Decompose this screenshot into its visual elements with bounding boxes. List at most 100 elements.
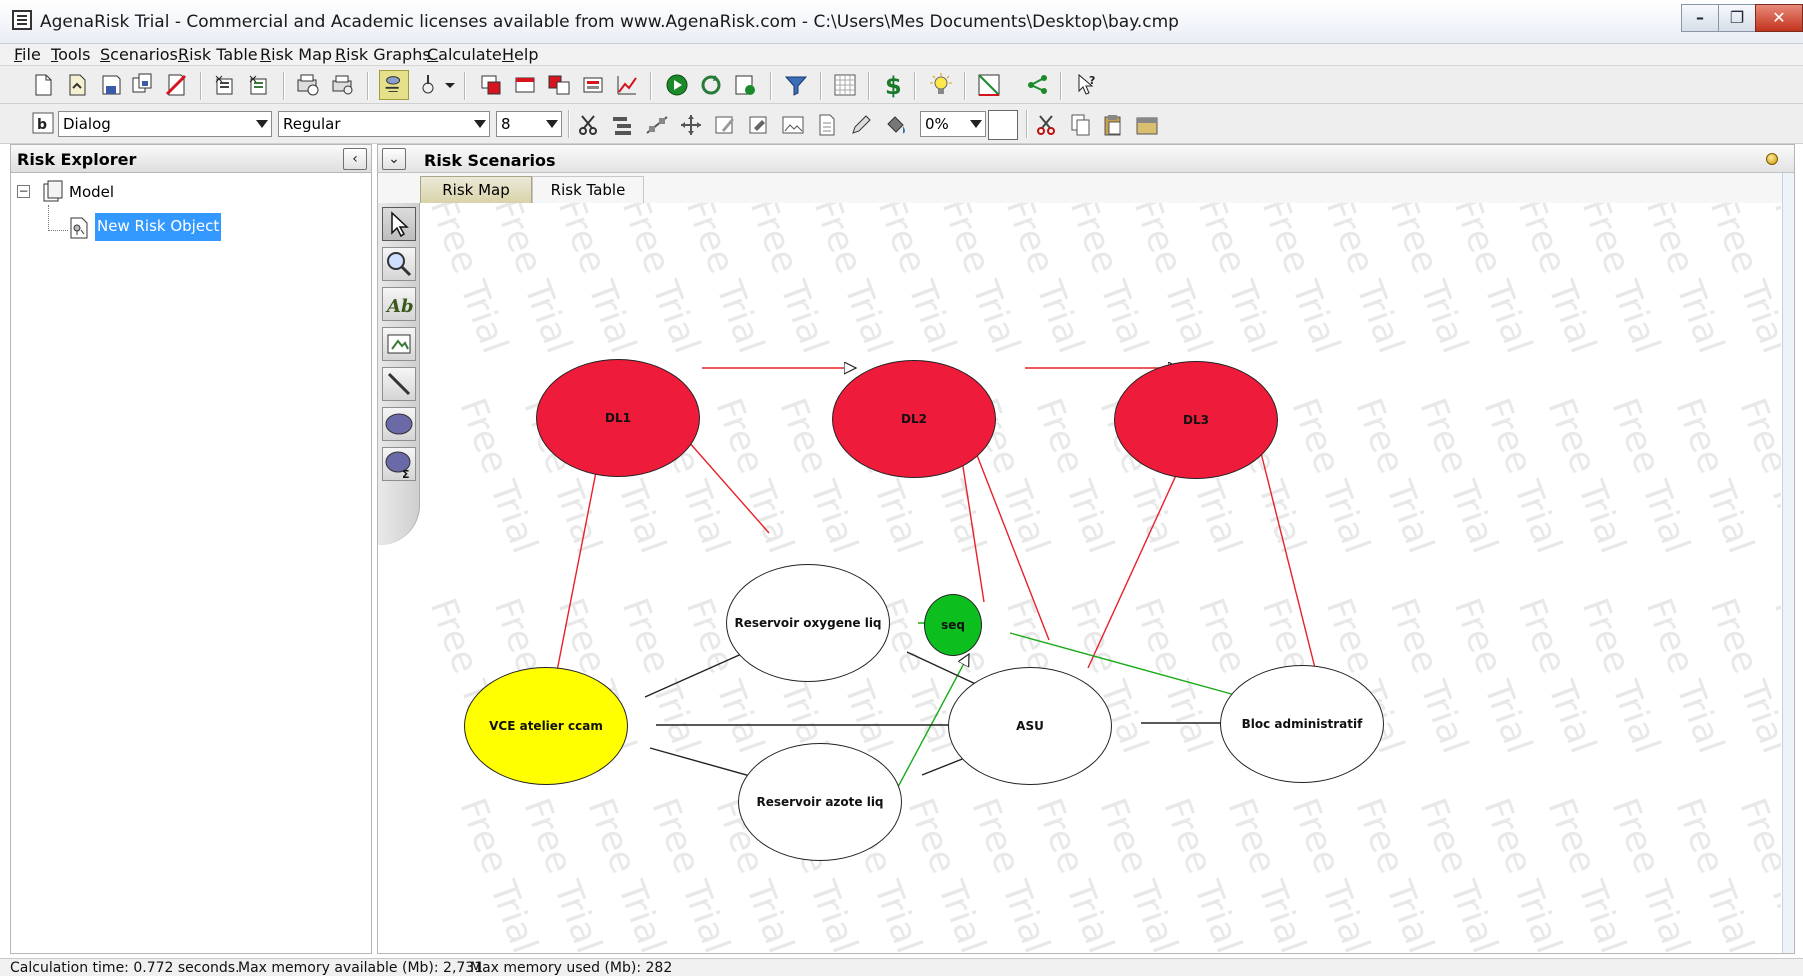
distribute-icon[interactable]	[644, 112, 670, 138]
scenario-icon[interactable]	[580, 72, 606, 98]
risk-object-icon	[70, 217, 88, 239]
chart-icon[interactable]	[614, 72, 640, 98]
refresh-icon[interactable]	[698, 72, 724, 98]
chevron-down-icon	[546, 120, 558, 128]
status-memory-used: Max memory used (Mb): 282	[470, 960, 673, 976]
color-swatch[interactable]	[988, 110, 1018, 140]
move-icon[interactable]	[678, 112, 704, 138]
filter-icon[interactable]	[783, 72, 809, 98]
print-preview-icon[interactable]	[295, 72, 321, 98]
font-style-select[interactable]: Regular	[278, 111, 490, 137]
menu-scenarios[interactable]: Scenarios	[100, 45, 178, 64]
image-icon[interactable]	[780, 112, 806, 138]
compare-icon[interactable]	[546, 72, 572, 98]
export-icon[interactable]	[246, 72, 272, 98]
delete-icon[interactable]	[163, 72, 189, 98]
node-tool-icon[interactable]	[415, 72, 441, 98]
scissors-format-icon[interactable]	[576, 112, 602, 138]
align-icon[interactable]	[610, 112, 636, 138]
node-dl3[interactable]: DL3	[1114, 361, 1278, 479]
transparency-select[interactable]: 0%	[920, 111, 986, 137]
page-icon[interactable]	[814, 112, 840, 138]
node-reservoir-oxygene[interactable]: Reservoir oxygene liq	[726, 564, 890, 682]
risk-map-canvas[interactable]: Free Trial Free Trial Free Trial Free Trial…	[420, 203, 1781, 953]
paint-bucket-icon[interactable]	[882, 112, 908, 138]
vertical-scrollbar[interactable]	[1782, 173, 1794, 953]
arc-tool-button[interactable]	[382, 367, 416, 401]
graph-view-icon[interactable]	[478, 72, 504, 98]
node-seq[interactable]: seq	[924, 594, 982, 656]
cut-icon[interactable]	[1034, 112, 1060, 138]
tree-item-new-risk-object[interactable]: New Risk Object	[95, 213, 222, 241]
print-icon[interactable]	[330, 72, 356, 98]
minimize-button[interactable]: –	[1681, 4, 1719, 32]
svg-text:b: b	[37, 117, 47, 133]
menu-tools[interactable]: Tools	[51, 45, 90, 64]
paste-icon[interactable]	[1100, 112, 1126, 138]
help-cursor-icon[interactable]: ?	[1074, 72, 1100, 98]
font-family-select[interactable]: Dialog	[58, 111, 272, 137]
node-asu[interactable]: ASU	[948, 667, 1112, 785]
collapse-panel-button[interactable]: ‹	[343, 148, 367, 170]
node-reservoir-azote[interactable]: Reservoir azote liq	[738, 743, 902, 861]
dollar-icon[interactable]: $	[880, 72, 906, 98]
network-view-icon[interactable]	[379, 70, 409, 100]
network-icon[interactable]	[1025, 72, 1051, 98]
menu-help[interactable]: Help	[502, 45, 538, 64]
save-all-icon[interactable]	[130, 72, 156, 98]
tab-risk-map[interactable]: Risk Map	[420, 176, 532, 203]
svg-text:$: $	[885, 72, 902, 98]
node-dl1[interactable]: DL1	[536, 359, 700, 477]
font-size-select[interactable]: 8	[496, 111, 562, 137]
zoom-tool-button[interactable]	[382, 247, 416, 281]
font-size-value: 8	[501, 115, 511, 133]
container-icon[interactable]	[1134, 112, 1160, 138]
save-icon[interactable]	[98, 72, 124, 98]
menu-risk-table[interactable]: Risk Table	[178, 45, 258, 64]
new-file-icon[interactable]	[30, 72, 56, 98]
node-vce-atelier-label: VCE atelier ccam	[489, 719, 603, 733]
calculate-icon[interactable]	[732, 72, 758, 98]
node-bloc-administratif[interactable]: Bloc administratif	[1220, 665, 1384, 783]
menu-calculate[interactable]: Calculate	[427, 45, 502, 64]
maximize-button[interactable]: ❐	[1718, 4, 1756, 32]
table-view-icon[interactable]	[512, 72, 538, 98]
pen-icon[interactable]	[848, 112, 874, 138]
run-icon[interactable]	[664, 72, 690, 98]
sum-node-tool-button[interactable]: Σ	[382, 447, 416, 481]
fill-color-icon[interactable]	[746, 112, 772, 138]
open-file-icon[interactable]	[64, 72, 90, 98]
menu-risk-map[interactable]: Risk Map	[260, 45, 332, 64]
tree-item-model[interactable]: Model	[69, 183, 114, 201]
node-dl2[interactable]: DL2	[832, 360, 996, 478]
edge-asu-dl2[interactable]	[966, 427, 1050, 641]
lightbulb-icon[interactable]	[928, 72, 954, 98]
tree-expander[interactable]: −	[17, 185, 30, 198]
tab-risk-table[interactable]: Risk Table	[532, 176, 644, 203]
grid-icon[interactable]	[832, 72, 858, 98]
select-tool-button[interactable]	[382, 207, 416, 241]
risk-scenarios-title: Risk Scenarios	[424, 151, 556, 170]
chevron-down-icon[interactable]	[442, 74, 458, 96]
node-reservoir-oxygene-label: Reservoir oxygene liq	[734, 616, 882, 630]
node-vce-atelier[interactable]: VCE atelier ccam	[464, 667, 628, 785]
text-tool-button[interactable]: Ab	[382, 287, 416, 321]
import-icon[interactable]	[212, 72, 238, 98]
edge-bloc-dl3[interactable]	[1254, 425, 1316, 669]
risk-graph-icon[interactable]	[976, 72, 1002, 98]
status-dot-icon[interactable]	[1766, 153, 1778, 165]
edit-note-icon[interactable]	[712, 112, 738, 138]
close-button[interactable]: ✕	[1755, 4, 1803, 32]
chevron-down-icon	[256, 120, 268, 128]
risk-explorer-title: Risk Explorer	[17, 150, 137, 169]
menu-risk-graphs[interactable]: Risk Graphs	[335, 45, 431, 64]
copy-icon[interactable]	[1068, 112, 1094, 138]
menu-file[interactable]: File	[14, 45, 41, 64]
node-tool-button[interactable]	[382, 407, 416, 441]
scenarios-toggle-button[interactable]: ⌄	[382, 148, 406, 170]
node-dl1-label: DL1	[605, 411, 631, 425]
transparency-value: 0%	[925, 115, 949, 133]
chevron-down-icon	[474, 120, 486, 128]
note-tool-button[interactable]	[382, 327, 416, 361]
svg-text:Σ: Σ	[402, 468, 410, 480]
